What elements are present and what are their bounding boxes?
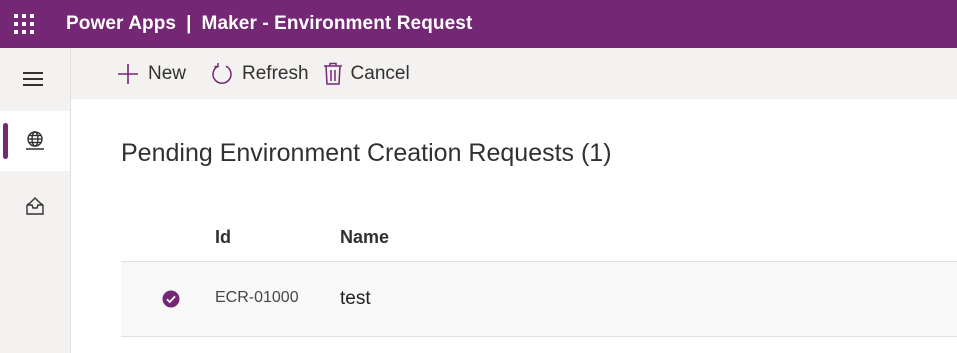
table-row[interactable]: ECR-01000 test [121,262,957,337]
column-header-id[interactable]: Id [215,227,231,248]
active-indicator [3,123,8,159]
sidebar-item-requests[interactable] [0,176,70,236]
cancel-button-label: Cancel [350,62,410,84]
globe-icon [26,131,44,150]
inbox-tray-icon [26,197,44,215]
sidebar-item-environments[interactable] [0,111,70,171]
product-name: Power Apps [66,13,177,34]
checkmark-circle-icon[interactable] [162,290,180,308]
cell-id: ECR-01000 [215,289,299,306]
new-button-label: New [148,62,187,84]
hamburger-icon[interactable] [23,72,45,88]
cancel-button[interactable]: Cancel [323,48,410,99]
app-name: Maker - Environment Request [201,13,473,34]
app-launcher-waffle-icon[interactable] [0,0,48,48]
column-header-name[interactable]: Name [340,227,389,248]
app-header: Power Apps | Maker - Environment Request [0,0,957,48]
refresh-button-label: Refresh [242,62,309,84]
plus-icon [118,63,138,84]
refresh-icon [212,62,232,84]
refresh-button[interactable]: Refresh [210,48,309,99]
cell-name: test [340,288,371,309]
title-separator: | [186,13,192,34]
command-bar: New Refresh Cancel [71,48,957,99]
page-title: Pending Environment Creation Requests (1… [121,139,612,167]
grid-header: Id Name [121,215,957,262]
main-content: Pending Environment Creation Requests (1… [71,99,957,353]
left-nav [0,48,71,353]
app-title: Power Apps | Maker - Environment Request [66,13,472,35]
new-button[interactable]: New [116,48,186,99]
trash-icon [323,62,342,85]
